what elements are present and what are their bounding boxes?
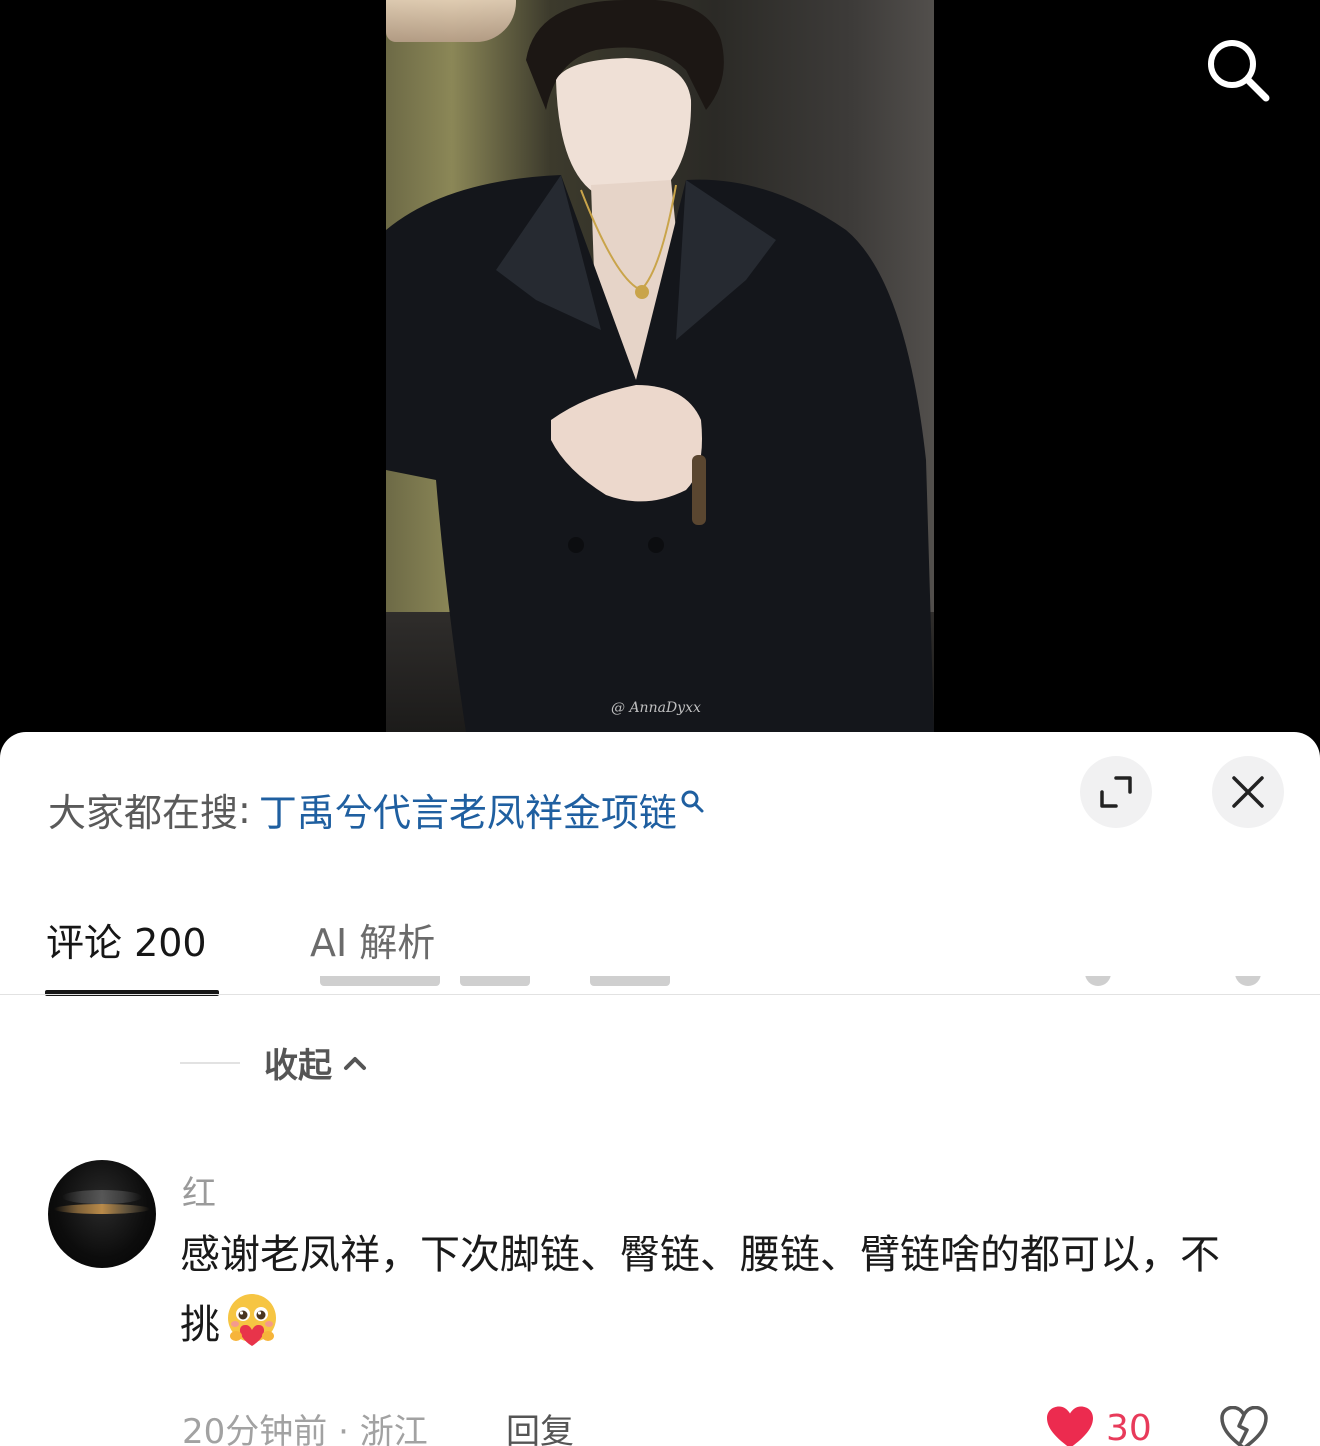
- tab-ai-analysis[interactable]: AI 解析: [310, 912, 435, 967]
- close-icon: [1232, 776, 1264, 808]
- like-count: 30: [1106, 1407, 1152, 1446]
- trending-search[interactable]: 大家都在搜 : 丁禹兮代言老凤祥金项链: [48, 782, 705, 837]
- mini-search-icon: [681, 790, 704, 812]
- trending-term-link[interactable]: 丁禹兮代言老凤祥金项链: [259, 782, 677, 837]
- avatar[interactable]: [48, 1160, 156, 1268]
- heart-icon: [1047, 1406, 1093, 1446]
- close-button[interactable]: [1212, 756, 1284, 828]
- comment-location: 浙江: [359, 1412, 428, 1446]
- reply-button[interactable]: 回复: [506, 1404, 574, 1446]
- comment-sheet: 大家都在搜 : 丁禹兮代言老凤祥金项链 评论 200 AI 解析 收起 红 感谢…: [0, 732, 1320, 1446]
- collapse-replies-button[interactable]: 收起: [180, 1038, 368, 1087]
- tab-comments[interactable]: 评论 200: [46, 912, 207, 967]
- dislike-button[interactable]: [1220, 1405, 1268, 1446]
- like-button[interactable]: 30: [1046, 1406, 1152, 1446]
- trending-label: 大家都在搜: [48, 791, 239, 835]
- previous-reply-fragment: [300, 976, 1280, 996]
- expand-icon: [1100, 776, 1132, 808]
- active-tab-indicator: [45, 990, 219, 996]
- collapse-line: [180, 1061, 240, 1064]
- video-frame[interactable]: @ AnnaDyxx: [386, 0, 934, 732]
- comment-username[interactable]: 红: [182, 1166, 216, 1215]
- comment-text: 感谢老凤祥，下次脚链、臀链、腰链、臂链啥的都可以，不挑: [180, 1232, 1220, 1348]
- broken-heart-icon: [1220, 1405, 1268, 1446]
- video-figure: [386, 0, 934, 732]
- comment-time: 20分钟前: [182, 1412, 328, 1446]
- top-search-button[interactable]: [1198, 30, 1276, 108]
- avatar-horizon: [54, 1204, 150, 1214]
- collapse-label: 收起: [264, 1046, 332, 1086]
- comment-meta: 20分钟前 · 浙江: [182, 1404, 428, 1446]
- comment-body: 感谢老凤祥，下次脚链、臀链、腰链、臂链啥的都可以，不挑: [180, 1220, 1220, 1360]
- chevron-up-icon: [344, 1056, 366, 1070]
- meta-separator: ·: [327, 1412, 360, 1446]
- video-player[interactable]: @ AnnaDyxx: [0, 0, 1320, 760]
- avatar-sky: [62, 1190, 142, 1204]
- tabs-divider: [0, 994, 1320, 995]
- face-holding-back-tears-icon: [228, 1294, 276, 1346]
- trending-colon: :: [238, 787, 251, 832]
- video-watermark: @ AnnaDyxx: [611, 700, 701, 716]
- comment-item: 红 感谢老凤祥，下次脚链、臀链、腰链、臂链啥的都可以，不挑 20分钟前 · 浙江…: [0, 1160, 1320, 1446]
- expand-button[interactable]: [1080, 756, 1152, 828]
- search-icon: [1208, 40, 1270, 102]
